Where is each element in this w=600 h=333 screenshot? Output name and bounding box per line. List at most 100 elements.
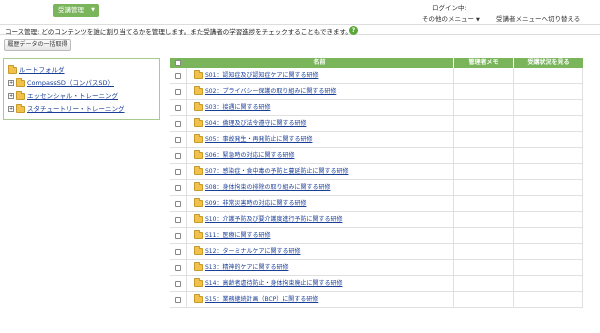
course-link[interactable]: S15：業務継続計画（BCP）に関する研修	[194, 294, 319, 305]
select-all-checkbox[interactable]	[175, 60, 181, 66]
description-bar: コース管理: どのコンテンツを誰に割り当てるかを管理します。また受講者の学習進捗…	[0, 24, 600, 36]
course-link[interactable]: S04：倫理及び法令遵守に関する研修	[194, 118, 307, 129]
course-name: S05：事故発生・再発防止に関する研修	[205, 136, 313, 143]
course-link[interactable]: S14：高齢者虐待防止・身体拘束廃止に関する研修	[194, 278, 343, 289]
folder-icon	[194, 118, 203, 127]
course-name: S01：認知症及び認知症ケアに関する研修	[205, 72, 319, 79]
course-name: S14：高齢者虐待防止・身体拘束廃止に関する研修	[205, 280, 343, 287]
row-checkbox[interactable]	[175, 105, 181, 111]
course-link[interactable]: S08：身体拘束の排除の取り組みに関する研修	[194, 182, 331, 193]
row-checkbox[interactable]	[175, 73, 181, 79]
course-link[interactable]: S06：緊急時の対応に関する研修	[194, 150, 294, 161]
course-name: S15：業務継続計画（BCP）に関する研修	[205, 296, 319, 303]
course-link[interactable]: S01：認知症及び認知症ケアに関する研修	[194, 70, 319, 81]
course-link[interactable]: S12：ターミナルケアに関する研修	[194, 246, 301, 257]
column-divider	[513, 132, 514, 148]
row-checkbox[interactable]	[175, 137, 181, 143]
folder-icon	[194, 246, 203, 255]
column-divider	[513, 212, 514, 228]
row-checkbox[interactable]	[175, 297, 181, 303]
course-name: S10：介護予防及び要介護度進行予防に関する研修	[205, 216, 343, 223]
folder-icon	[194, 70, 203, 79]
column-divider	[513, 196, 514, 212]
row-checkbox[interactable]	[175, 217, 181, 223]
folder-icon	[8, 64, 17, 74]
column-divider	[582, 100, 583, 116]
tree-item-label: スタチュートリー・トレーニング	[27, 105, 125, 113]
row-checkbox[interactable]	[175, 153, 181, 159]
column-divider	[453, 84, 454, 100]
row-checkbox[interactable]	[175, 249, 181, 255]
row-checkbox[interactable]	[175, 265, 181, 271]
tree-item-compasssd[interactable]: + CompassSD（コンパスSD）	[8, 77, 114, 88]
column-divider	[453, 68, 454, 84]
course-link[interactable]: S11：医療に関する研修	[194, 230, 270, 241]
folder-icon	[194, 166, 203, 175]
expand-icon[interactable]: +	[8, 106, 14, 112]
column-divider	[186, 228, 187, 244]
tree-item-label: エッセンシャル・トレーニング	[27, 92, 118, 100]
column-divider	[513, 100, 514, 116]
course-name: S07：感染症・食中毒の予防と蔓延防止に関する研修	[205, 168, 349, 175]
column-divider	[453, 276, 454, 292]
row-checkbox[interactable]	[175, 169, 181, 175]
tree-item-essential-training[interactable]: + エッセンシャル・トレーニング	[8, 90, 118, 101]
column-divider	[582, 132, 583, 148]
column-divider	[582, 276, 583, 292]
column-divider	[186, 100, 187, 116]
expand-icon[interactable]: +	[8, 80, 14, 86]
course-link[interactable]: S05：事故発生・再発防止に関する研修	[194, 134, 313, 145]
table-row: S10：介護予防及び要介護度進行予防に関する研修	[170, 212, 583, 228]
row-checkbox[interactable]	[175, 89, 181, 95]
course-link[interactable]: S13：精神的ケアに関する研修	[194, 262, 288, 273]
course-name: S04：倫理及び法令遵守に関する研修	[205, 120, 307, 127]
other-menu-dropdown[interactable]: その他のメニュー ▼	[422, 13, 480, 23]
column-header-admin-memo: 管理者メモ	[453, 58, 513, 68]
folder-icon	[194, 198, 203, 207]
folder-icon	[194, 134, 203, 143]
column-header-name[interactable]: 名前	[186, 58, 453, 68]
column-divider	[453, 100, 454, 116]
column-divider	[513, 68, 514, 84]
course-admin-menu-label: 受講管理	[58, 6, 84, 14]
help-icon[interactable]: ?	[349, 26, 358, 35]
switch-to-learner-menu-link[interactable]: 受講者メニューへ切り替える	[496, 13, 580, 23]
column-divider	[582, 260, 583, 276]
table-row: S15：業務継続計画（BCP）に関する研修	[170, 292, 583, 308]
course-link[interactable]: S03：接遇に関する研修	[194, 102, 270, 113]
column-divider	[582, 84, 583, 100]
course-name: S08：身体拘束の排除の取り組みに関する研修	[205, 184, 331, 191]
column-divider	[513, 276, 514, 292]
column-divider	[582, 148, 583, 164]
row-checkbox[interactable]	[175, 281, 181, 287]
row-checkbox[interactable]	[175, 233, 181, 239]
column-divider	[453, 180, 454, 196]
course-name: S12：ターミナルケアに関する研修	[205, 248, 301, 255]
folder-icon	[16, 77, 25, 87]
table-row: S09：非常災害時の対応に関する研修	[170, 196, 583, 212]
column-divider	[582, 180, 583, 196]
course-link[interactable]: S02：プライバシー保護の取り組みに関する研修	[194, 86, 336, 97]
column-header-view-status: 受講状況を見る	[513, 58, 583, 68]
course-link[interactable]: S07：感染症・食中毒の予防と蔓延防止に関する研修	[194, 166, 349, 177]
row-checkbox[interactable]	[175, 185, 181, 191]
tree-item-statutory-training[interactable]: + スタチュートリー・トレーニング	[8, 103, 125, 114]
table-row: S03：接遇に関する研修	[170, 100, 583, 116]
row-checkbox[interactable]	[175, 201, 181, 207]
column-divider	[186, 180, 187, 196]
tree-item-label: ルートフォルダ	[19, 66, 65, 74]
table-row: S12：ターミナルケアに関する研修	[170, 244, 583, 260]
course-admin-menu-button[interactable]: 受講管理 ▼	[53, 4, 99, 17]
table-row: S08：身体拘束の排除の取り組みに関する研修	[170, 180, 583, 196]
column-divider	[186, 196, 187, 212]
column-divider	[513, 180, 514, 196]
course-link[interactable]: S09：非常災害時の対応に関する研修	[194, 198, 306, 209]
column-divider	[186, 276, 187, 292]
folder-icon	[194, 262, 203, 271]
tree-item-root[interactable]: ルートフォルダ	[8, 64, 65, 75]
row-checkbox[interactable]	[175, 121, 181, 127]
course-link[interactable]: S10：介護予防及び要介護度進行予防に関する研修	[194, 214, 343, 225]
column-divider	[186, 292, 187, 308]
export-history-button[interactable]: 履歴データの一括取得	[4, 39, 71, 51]
expand-icon[interactable]: +	[8, 93, 14, 99]
